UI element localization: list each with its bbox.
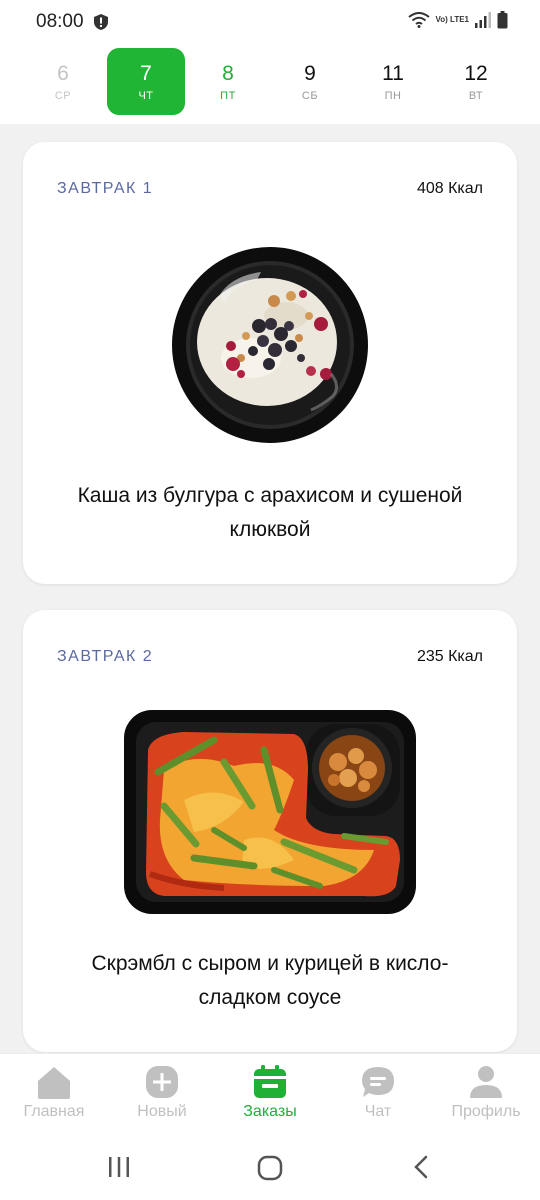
status-time: 08:00 <box>36 11 84 32</box>
day-of-week: ср <box>54 90 72 102</box>
wifi-icon <box>407 12 430 28</box>
tab-new[interactable]: Новый <box>108 1064 216 1121</box>
status-icons: Vo) LTE1 <box>407 11 508 29</box>
day-of-week: вт <box>468 90 484 102</box>
tab-orders[interactable]: Заказы <box>216 1064 324 1121</box>
day-of-week: сб <box>301 90 319 102</box>
meal-name: ЗАВТРАК 1 <box>57 180 154 197</box>
tab-label: Профиль <box>451 1103 521 1120</box>
network-indicator: Vo) LTE1 <box>435 15 469 24</box>
tab-label: Заказы <box>243 1103 297 1120</box>
day-of-week: чт <box>138 90 154 102</box>
day-chip[interactable]: 9 сб <box>271 48 349 115</box>
tab-profile[interactable]: Профиль <box>432 1064 540 1121</box>
day-number: 9 <box>304 62 316 85</box>
calendar-icon <box>254 1065 286 1098</box>
day-number: 11 <box>382 62 404 85</box>
day-number: 6 <box>57 62 69 85</box>
meal-card-header: ЗАВТРАК 1 408 Ккал <box>57 180 483 200</box>
battery-icon <box>497 11 508 29</box>
tab-chat[interactable]: Чат <box>324 1064 432 1121</box>
scramble-container-image <box>124 710 416 914</box>
dish-title: Каша из булгура с арахисом и сушеной клю… <box>77 484 463 541</box>
back-icon[interactable] <box>411 1155 431 1179</box>
dish-title: Скрэмбл с сыром и курицей в кисло-сладко… <box>91 952 449 1009</box>
meal-calories: 408 Ккал <box>416 180 483 197</box>
day-chip-selected[interactable]: 7 чт <box>107 48 185 115</box>
date-selector: 6 ср 7 чт 8 пт 9 сб 11 пн 12 вт <box>0 44 540 124</box>
meal-card[interactable]: ЗАВТРАК 1 408 Ккал Каша из булгура с ара… <box>23 142 517 584</box>
meal-card[interactable]: ЗАВТРАК 2 235 Ккал Скрэмбл с сыром и кур… <box>23 610 517 1052</box>
tab-label: Чат <box>364 1103 392 1120</box>
day-chip[interactable]: 11 пн <box>354 48 432 115</box>
status-bar: 08:00 Vo) LTE1 <box>0 0 540 44</box>
home-icon <box>38 1067 70 1099</box>
day-chip[interactable]: 8 пт <box>189 48 267 115</box>
meal-calories: 235 Ккал <box>416 648 483 665</box>
bulgur-porridge-image <box>172 247 368 443</box>
day-number: 12 <box>464 62 488 85</box>
system-nav-bar <box>0 1135 540 1200</box>
person-icon <box>470 1066 502 1098</box>
day-chip[interactable]: 6 ср <box>24 48 102 115</box>
tab-home[interactable]: Главная <box>0 1064 108 1121</box>
bottom-tab-bar: Главная Новый Заказы Чат Профиль <box>0 1053 540 1135</box>
day-number: 8 <box>222 62 234 85</box>
day-number: 7 <box>140 62 152 85</box>
plus-circle-icon <box>146 1066 178 1098</box>
tab-label: Новый <box>137 1103 187 1120</box>
shield-alert-icon <box>94 14 108 30</box>
signal-icon <box>475 12 491 28</box>
recent-apps-icon[interactable] <box>107 1155 131 1179</box>
day-chip[interactable]: 12 вт <box>437 48 515 115</box>
tab-label: Главная <box>23 1103 85 1120</box>
day-of-week: пт <box>220 90 236 102</box>
chat-icon <box>362 1067 394 1097</box>
meal-name: ЗАВТРАК 2 <box>57 648 154 665</box>
home-nav-icon[interactable] <box>257 1155 283 1181</box>
day-of-week: пн <box>384 90 402 102</box>
meal-card-header: ЗАВТРАК 2 235 Ккал <box>57 648 483 668</box>
